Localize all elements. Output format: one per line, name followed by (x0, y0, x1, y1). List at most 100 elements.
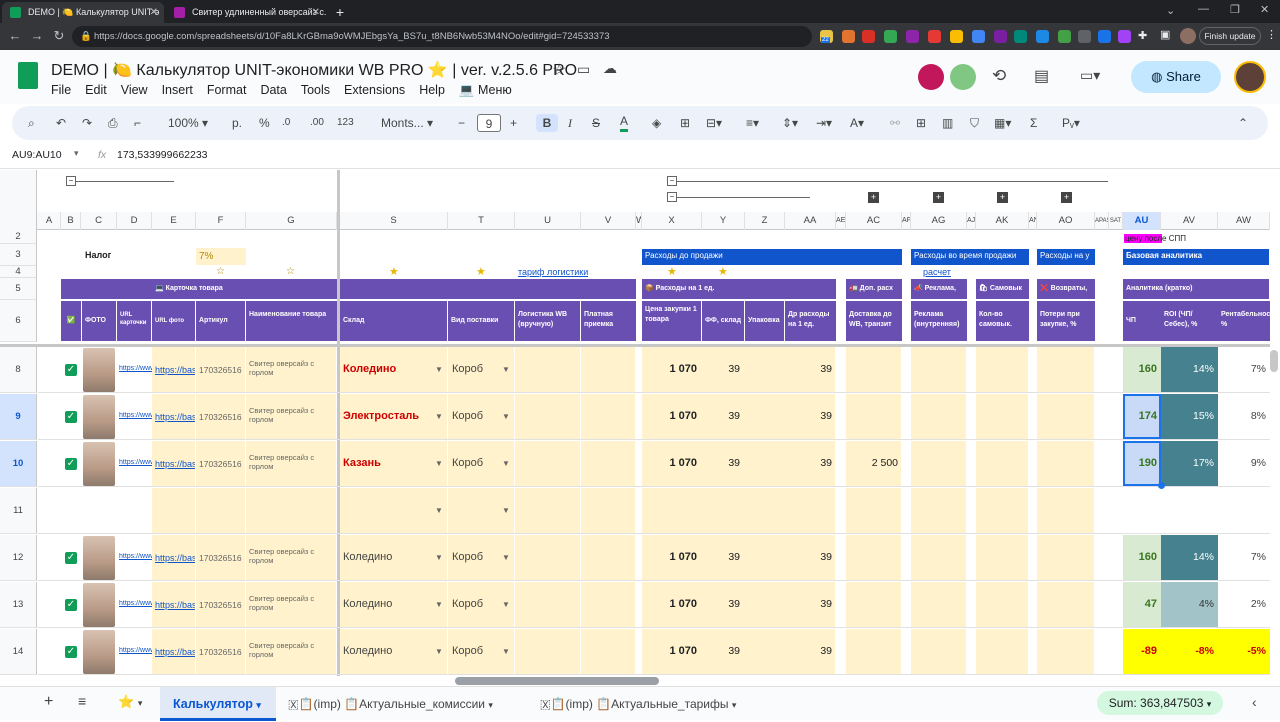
warehouse-cell[interactable]: Коледино (343, 551, 392, 563)
row-header[interactable]: 13 (0, 582, 37, 628)
font-size-increase-icon[interactable]: + (510, 114, 517, 132)
card-url-link[interactable]: https://www (119, 600, 152, 607)
cell-bg[interactable] (911, 535, 966, 580)
card-url-link[interactable]: https://www (119, 553, 152, 560)
cell-bg[interactable] (846, 488, 901, 533)
col-header[interactable]: T (448, 212, 515, 230)
cell-bg[interactable] (976, 582, 1028, 627)
ff-cost-cell[interactable]: 39 (702, 363, 744, 375)
increase-decimal-button[interactable]: .00 (310, 114, 324, 132)
horizontal-scrollbar[interactable] (455, 677, 659, 685)
print-icon[interactable]: ⎙ (108, 114, 118, 132)
sheets-logo-icon[interactable] (18, 62, 38, 89)
star-doc-icon[interactable]: ☆ (552, 60, 566, 80)
group-expand-button[interactable]: + (868, 192, 879, 203)
row-checkbox[interactable]: ✓ (65, 552, 77, 564)
cell-bg[interactable] (1037, 394, 1094, 439)
col-header[interactable]: G (246, 212, 337, 230)
zoom-select[interactable]: 100% ▾ (162, 114, 214, 132)
col-header[interactable]: F (196, 212, 246, 230)
col-header[interactable]: AC (846, 212, 902, 230)
filter-views-icon[interactable]: ▦▾ (994, 114, 1011, 132)
font-select[interactable]: Monts... ▾ (374, 114, 440, 132)
cell-bg[interactable] (1037, 629, 1094, 674)
sheet-tab-calculator[interactable]: Калькулятор ▾ (160, 687, 276, 721)
group-collapse-button[interactable]: − (667, 176, 677, 186)
profile-avatar[interactable] (1180, 28, 1196, 44)
text-wrap-icon[interactable]: ⇥▾ (816, 114, 832, 132)
roi-cell[interactable] (1161, 488, 1218, 533)
cloud-status-icon[interactable]: ☁ (603, 60, 617, 77)
new-tab-button[interactable]: + (330, 2, 350, 23)
input-tools-icon[interactable]: Pᵥ▾ (1062, 114, 1080, 132)
purchase-price-cell[interactable]: 1 070 (642, 363, 701, 375)
profitability-cell[interactable]: 8% (1218, 394, 1270, 439)
col-header[interactable]: C (81, 212, 117, 230)
cell-bg[interactable] (642, 488, 835, 533)
col-header[interactable]: AU (1123, 212, 1161, 230)
roi-cell[interactable]: 14% (1161, 347, 1218, 392)
cell-bg[interactable] (911, 488, 966, 533)
menu-format[interactable]: Format (207, 83, 247, 97)
menu-edit[interactable]: Edit (85, 83, 107, 97)
supply-dropdown-icon[interactable]: ▼ (502, 553, 510, 562)
purchase-price-cell[interactable]: 1 070 (642, 410, 701, 422)
cell-bg[interactable] (581, 582, 635, 627)
extension-icon[interactable] (1036, 30, 1049, 43)
filter-icon[interactable]: ⛉ (970, 114, 979, 132)
warehouse-cell[interactable]: Казань (343, 457, 381, 469)
other-costs-cell[interactable]: 39 (785, 551, 836, 563)
product-name-cell[interactable]: Свитер оверсайз с горлом (249, 406, 333, 424)
insert-chart-icon[interactable]: ▥ (942, 114, 953, 132)
cell-bg[interactable] (846, 629, 901, 674)
supply-dropdown-icon[interactable]: ▼ (502, 506, 510, 515)
net-profit-cell[interactable]: 160 (1123, 347, 1161, 392)
row-header[interactable]: 9 (0, 394, 37, 440)
menu-file[interactable]: File (51, 83, 71, 97)
cell-bg[interactable] (581, 488, 635, 533)
row-header[interactable]: 14 (0, 629, 37, 675)
row-header[interactable]: 12 (0, 535, 37, 581)
roi-cell[interactable]: 17% (1161, 441, 1218, 486)
cell-bg[interactable] (581, 394, 635, 439)
col-header[interactable]: V (581, 212, 636, 230)
product-name-cell[interactable]: Свитер оверсайз с горлом (249, 641, 333, 659)
extension-icon[interactable] (1078, 30, 1091, 43)
tab-search-icon[interactable]: ⌄ (1166, 4, 1175, 17)
row-checkbox[interactable]: ✓ (65, 646, 77, 658)
warehouse-dropdown-icon[interactable]: ▼ (435, 412, 443, 421)
product-name-cell[interactable]: Свитер оверсайз с горлом (249, 594, 333, 612)
cell-bg[interactable] (911, 629, 966, 674)
cell-bg[interactable] (1037, 441, 1094, 486)
borders-icon[interactable]: ⊞ (680, 114, 690, 132)
cell-bg[interactable] (515, 347, 580, 392)
roi-cell[interactable]: 14% (1161, 535, 1218, 580)
cell-bg[interactable] (911, 394, 966, 439)
warehouse-cell[interactable]: Коледино (343, 598, 392, 610)
col-header[interactable]: AJ (967, 212, 976, 230)
menu-data[interactable]: Data (260, 83, 286, 97)
paint-format-icon[interactable]: ⌐ (134, 114, 141, 132)
col-header[interactable]: AV (1161, 212, 1218, 230)
profitability-cell[interactable]: 7% (1218, 535, 1270, 580)
photo-url-link[interactable]: https://bas (155, 412, 195, 422)
warehouse-cell[interactable]: Коледино (343, 645, 392, 657)
row-checkbox[interactable]: ✓ (65, 411, 77, 423)
col-header[interactable]: D (117, 212, 152, 230)
col-header[interactable]: AW (1218, 212, 1270, 230)
warehouse-dropdown-icon[interactable]: ▼ (435, 647, 443, 656)
insert-comment-icon[interactable]: ⊞ (916, 114, 926, 132)
col-header[interactable]: E (152, 212, 196, 230)
extension-icon[interactable] (950, 30, 963, 43)
formula-input[interactable]: 173,533999662233 (117, 149, 208, 161)
cell-bg[interactable] (1037, 347, 1094, 392)
extension-icon[interactable] (1014, 30, 1027, 43)
cell-bg[interactable] (515, 441, 580, 486)
other-costs-cell[interactable]: 39 (785, 598, 836, 610)
warehouse-cell[interactable]: Электросталь (343, 410, 419, 422)
group-collapse-button[interactable]: − (667, 192, 677, 202)
cell-bg[interactable] (1037, 582, 1094, 627)
ff-cost-cell[interactable]: 39 (702, 598, 744, 610)
supply-dropdown-icon[interactable]: ▼ (502, 365, 510, 374)
menu-view[interactable]: View (121, 83, 148, 97)
